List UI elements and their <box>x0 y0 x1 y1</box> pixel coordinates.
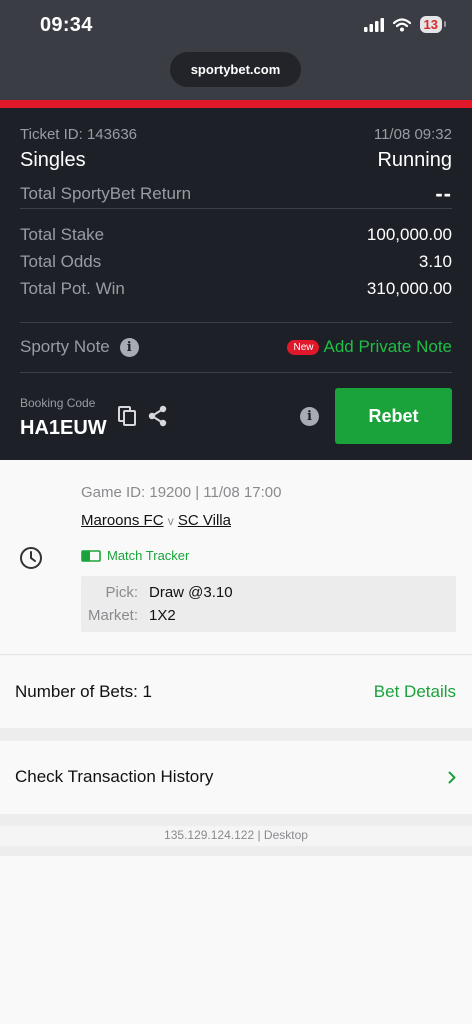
section-gap <box>0 728 472 741</box>
market-value: 1X2 <box>149 607 176 624</box>
share-icon[interactable] <box>148 405 168 427</box>
versus: v <box>167 514 174 528</box>
info-icon[interactable]: i <box>119 337 139 357</box>
sporty-note: Sporty Note i <box>20 337 139 357</box>
divider <box>20 208 452 209</box>
pick-label: Pick: <box>105 584 138 601</box>
chevron-right-icon <box>448 771 456 784</box>
bet-type: Singles <box>20 149 86 171</box>
pick-box: Pick: Draw @3.10 Market: 1X2 <box>81 576 456 632</box>
market-label: Market: <box>87 607 138 624</box>
match-tracker-link[interactable]: Match Tracker <box>81 548 189 563</box>
transaction-history-row[interactable]: Check Transaction History <box>0 741 472 814</box>
wifi-icon <box>392 17 411 31</box>
new-badge: New <box>287 339 320 355</box>
match-teams[interactable]: Maroons FC v SC Villa <box>81 512 231 529</box>
divider <box>20 372 452 373</box>
game-card: Game ID: 19200 | 11/08 17:00 Maroons FC … <box>0 460 472 655</box>
battery-indicator: 13 <box>419 16 447 33</box>
ticket-datetime: 11/08 09:32 <box>373 126 452 143</box>
home-team: Maroons FC <box>81 512 164 529</box>
brand-stripe <box>0 100 472 108</box>
ticket-id: Ticket ID: 143636 <box>20 126 138 143</box>
tracker-icon <box>81 549 101 562</box>
section-gap <box>0 846 472 856</box>
rebet-button[interactable]: Rebet <box>335 388 452 444</box>
transaction-history-label: Check Transaction History <box>15 767 214 786</box>
pick-value: Draw @3.10 <box>149 584 233 601</box>
ticket-status: Running <box>377 149 452 171</box>
match-tracker-label: Match Tracker <box>107 548 190 563</box>
return-value: -- <box>435 181 452 206</box>
signal-icon <box>363 17 384 32</box>
browser-top-bar: 09:34 13 sportybet.com <box>0 0 472 102</box>
stake-label: Total Stake <box>20 225 105 244</box>
status-time: 09:34 <box>40 14 93 36</box>
add-private-note-label: Add Private Note <box>323 337 452 356</box>
potwin-value: 310,000.00 <box>366 279 452 298</box>
booking-code: HA1EUW <box>20 417 107 439</box>
copy-icon[interactable] <box>118 406 137 427</box>
section-gap <box>0 814 472 826</box>
odds-value: 3.10 <box>418 252 452 271</box>
sporty-note-label: Sporty Note <box>20 337 110 356</box>
divider <box>20 322 452 323</box>
potwin-label: Total Pot. Win <box>20 279 125 298</box>
rebet-info-icon[interactable]: i <box>300 407 319 426</box>
return-label: Total SportyBet Return <box>20 184 192 203</box>
number-of-bets: Number of Bets: 1 <box>15 682 153 701</box>
bets-summary: Number of Bets: 1 Bet Details <box>0 656 472 728</box>
booking-code-label: Booking Code <box>20 396 96 410</box>
page-bottom <box>0 856 472 1024</box>
stake-value: 100,000.00 <box>366 225 452 244</box>
bet-details-link[interactable]: Bet Details <box>374 682 456 702</box>
status-icons: 13 <box>363 16 447 33</box>
add-private-note-button[interactable]: New Add Private Note <box>287 337 452 357</box>
clock-icon <box>20 547 42 569</box>
url-bar[interactable]: sportybet.com <box>170 52 301 87</box>
odds-label: Total Odds <box>20 252 102 271</box>
game-id: Game ID: 19200 | 11/08 17:00 <box>81 484 282 501</box>
ip-info: 135.129.124.122 | Desktop <box>164 828 308 842</box>
away-team: SC Villa <box>177 512 231 529</box>
ticket-panel: Ticket ID: 143636 11/08 09:32 Singles Ru… <box>0 108 472 460</box>
